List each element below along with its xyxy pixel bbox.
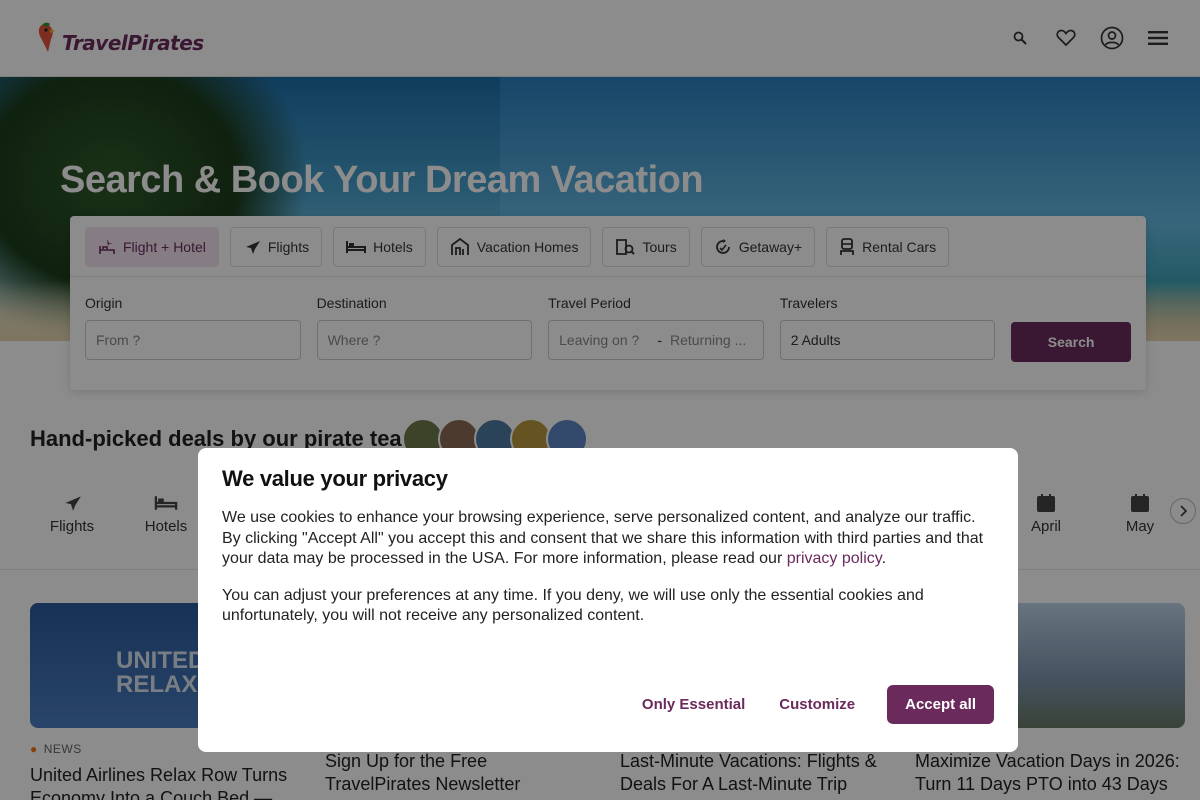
accept-all-button[interactable]: Accept all [887,685,994,724]
consent-text: We use cookies to enhance your browsing … [222,509,984,567]
cookie-consent-dialog: We value your privacy We use cookies to … [198,448,1018,752]
consent-preferences-text: You can adjust your preferences at any t… [222,586,924,625]
privacy-policy-link[interactable]: privacy policy [787,550,882,567]
only-essential-button[interactable]: Only Essential [640,686,747,723]
customize-button[interactable]: Customize [777,686,857,723]
consent-title: We value your privacy [222,466,448,491]
